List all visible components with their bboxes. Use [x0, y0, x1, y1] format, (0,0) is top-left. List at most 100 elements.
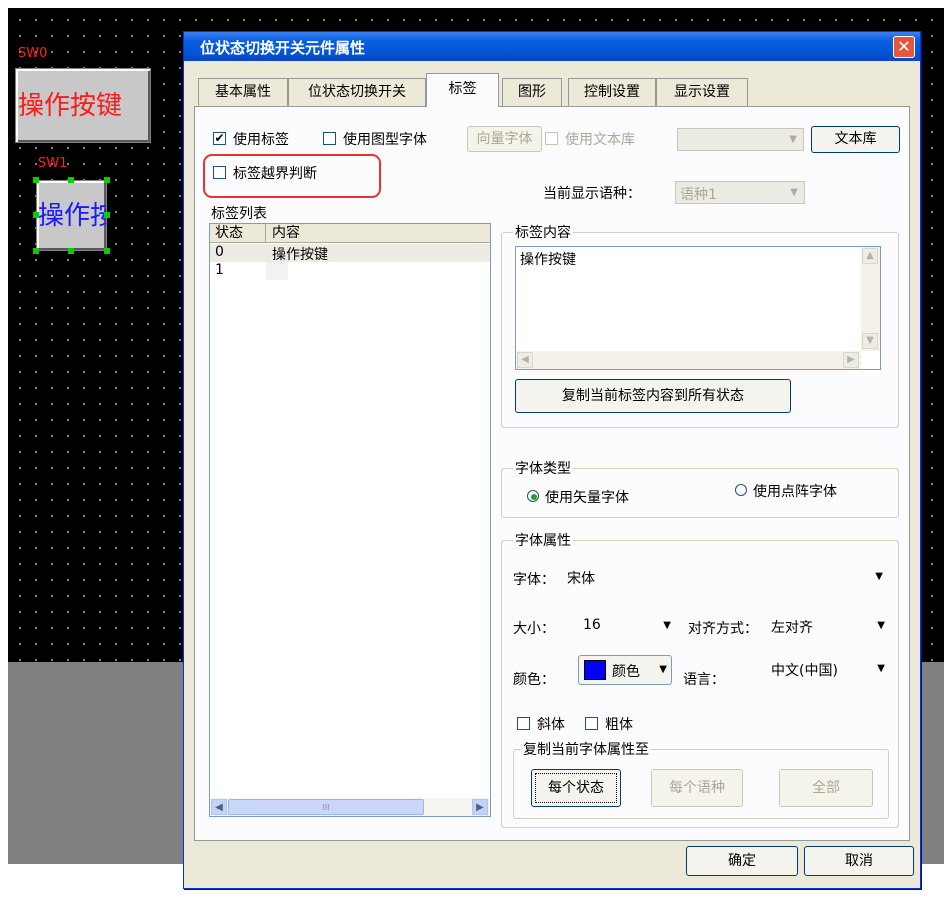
bold-checkbox[interactable]	[585, 717, 598, 730]
table-row[interactable]: 1	[210, 262, 266, 280]
copy-label-to-all-button[interactable]: 复制当前标签内容到所有状态	[515, 379, 791, 413]
cancel-button[interactable]: 取消	[804, 846, 914, 876]
vector-font-text: 使用矢量字体	[545, 490, 629, 506]
tab-display-settings[interactable]: 显示设置	[656, 78, 748, 106]
each-language-button[interactable]: 每个语种	[651, 769, 743, 807]
horizontal-scrollbar[interactable]: ◀ ▶	[516, 351, 861, 369]
vector-font-button[interactable]: 向量字体	[467, 126, 542, 152]
font-label: 字体：	[513, 572, 555, 588]
close-button[interactable]: ✕	[893, 36, 915, 58]
scroll-right-button[interactable]: ▶	[472, 799, 488, 815]
sw0-button[interactable]: 操作按键	[15, 68, 151, 143]
chevron-right-icon: ▶	[476, 802, 484, 813]
chevron-left-icon: ◀	[215, 802, 223, 813]
language-combo[interactable]: 中文(中国) ▼	[769, 657, 891, 681]
chevron-down-icon: ▼	[659, 664, 667, 675]
scroll-up-button[interactable]: ▲	[862, 248, 878, 264]
resize-handle-l[interactable]	[33, 212, 39, 218]
chevron-up-icon: ▲	[866, 250, 874, 261]
align-combo[interactable]: 左对齐 ▼	[769, 614, 891, 638]
dialog-title: 位状态切换开关元件属性	[200, 39, 366, 57]
label-list[interactable]: 状态 内容 0 操作按键 1 ◀ III ▶	[209, 223, 491, 817]
resize-handle-bl[interactable]	[33, 248, 39, 254]
use-label-checkbox[interactable]: ✔	[213, 132, 226, 145]
tab-bit-switch[interactable]: 位状态切换开关	[288, 78, 426, 106]
chevron-down-icon: ▼	[866, 335, 874, 346]
chevron-down-icon: ▼	[790, 187, 798, 198]
tab-graphic[interactable]: 图形	[502, 78, 562, 106]
chevron-down-icon: ▼	[663, 620, 671, 631]
tab-control-settings[interactable]: 控制设置	[568, 78, 656, 106]
size-value: 16	[583, 617, 601, 633]
all-button[interactable]: 全部	[779, 769, 873, 807]
chevron-right-icon: ▶	[847, 354, 855, 365]
italic-text: 斜体	[537, 717, 565, 733]
row-state: 0	[215, 244, 224, 260]
each-state-button[interactable]: 每个状态	[531, 769, 621, 807]
column-header-state[interactable]: 状态	[210, 224, 266, 243]
chevron-down-icon: ▼	[877, 620, 885, 631]
label-content-title: 标签内容	[513, 222, 573, 242]
label-list-title: 标签列表	[211, 206, 267, 222]
font-combo[interactable]: 宋体 ▼	[565, 565, 889, 589]
scroll-down-button[interactable]: ▼	[862, 333, 878, 349]
scroll-left-button[interactable]: ◀	[517, 352, 533, 368]
size-label: 大小：	[513, 621, 555, 637]
tab-label[interactable]: 标签	[426, 73, 499, 107]
use-text-library-checkbox[interactable]	[545, 132, 558, 145]
language-value: 中文(中国)	[771, 663, 838, 679]
vertical-scrollbar[interactable]: ▲ ▼	[861, 247, 880, 351]
row-cell-empty	[266, 262, 288, 280]
vector-font-radio[interactable]	[527, 490, 539, 502]
color-label: 颜色：	[513, 672, 555, 688]
label-bounds-checkbox[interactable]	[213, 166, 226, 179]
row-content: 操作按键	[272, 247, 328, 263]
sw1-button[interactable]: 操作按	[36, 180, 107, 251]
chevron-down-icon: ▼	[789, 134, 797, 145]
chevron-down-icon: ▼	[875, 571, 883, 582]
chevron-left-icon: ◀	[521, 354, 529, 365]
language-label: 语言：	[683, 672, 725, 688]
label-content-textarea[interactable]: 操作按键 ▲ ▼ ◀ ▶	[515, 246, 881, 370]
use-label-text: 使用标签	[233, 132, 289, 148]
size-combo[interactable]: 16 ▼	[581, 614, 677, 638]
current-language-value: 语种1	[680, 187, 717, 203]
sw0-label: SW0	[18, 46, 48, 61]
chevron-down-icon: ▼	[877, 663, 885, 674]
close-icon: ✕	[897, 37, 911, 56]
tab-basic[interactable]: 基本属性	[198, 78, 288, 106]
column-header-content[interactable]: 内容	[266, 224, 490, 243]
resize-handle-t[interactable]	[68, 177, 74, 183]
italic-checkbox[interactable]	[517, 717, 530, 730]
tab-panel-label: ✔ 使用标签 使用图型字体 向量字体 使用文本库 ▼ 文本库 标签越界判断 当前…	[194, 106, 910, 841]
resize-handle-r[interactable]	[104, 212, 110, 218]
sw0-text: 操作按键	[18, 90, 123, 121]
text-library-button[interactable]: 文本库	[811, 126, 900, 153]
align-label: 对齐方式：	[688, 621, 758, 637]
properties-dialog: 位状态切换开关元件属性 ✕ 基本属性 位状态切换开关 标签 图形 控制设置 显示…	[183, 31, 921, 889]
resize-handle-b[interactable]	[68, 248, 74, 254]
color-button-label: 颜色	[612, 664, 640, 680]
row-state: 1	[215, 262, 224, 278]
table-row[interactable]: 0 操作按键	[210, 244, 490, 263]
dot-matrix-font-radio[interactable]	[735, 484, 747, 496]
scroll-right-button[interactable]: ▶	[843, 352, 859, 368]
scroll-thumb[interactable]: III	[228, 799, 424, 815]
use-graphic-font-checkbox[interactable]	[323, 132, 336, 145]
text-library-combo[interactable]: ▼	[677, 128, 804, 151]
sw1-text: 操作按	[38, 200, 106, 231]
font-props-title: 字体属性	[513, 530, 573, 550]
label-bounds-text: 标签越界判断	[233, 166, 317, 182]
color-button[interactable]: 颜色 ▼	[578, 655, 672, 685]
copy-font-props-title: 复制当前字体属性至	[521, 739, 651, 759]
ok-button[interactable]: 确定	[686, 846, 798, 876]
horizontal-scrollbar[interactable]: ◀ III ▶	[210, 798, 490, 816]
current-language-combo[interactable]: 语种1 ▼	[675, 181, 805, 204]
scroll-left-button[interactable]: ◀	[211, 799, 227, 815]
resize-handle-tl[interactable]	[33, 177, 39, 183]
resize-handle-tr[interactable]	[104, 177, 110, 183]
use-graphic-font-text: 使用图型字体	[343, 132, 427, 148]
sw1-label: SW1	[38, 156, 68, 171]
dialog-titlebar[interactable]: 位状态切换开关元件属性 ✕	[184, 32, 920, 61]
resize-handle-br[interactable]	[104, 248, 110, 254]
